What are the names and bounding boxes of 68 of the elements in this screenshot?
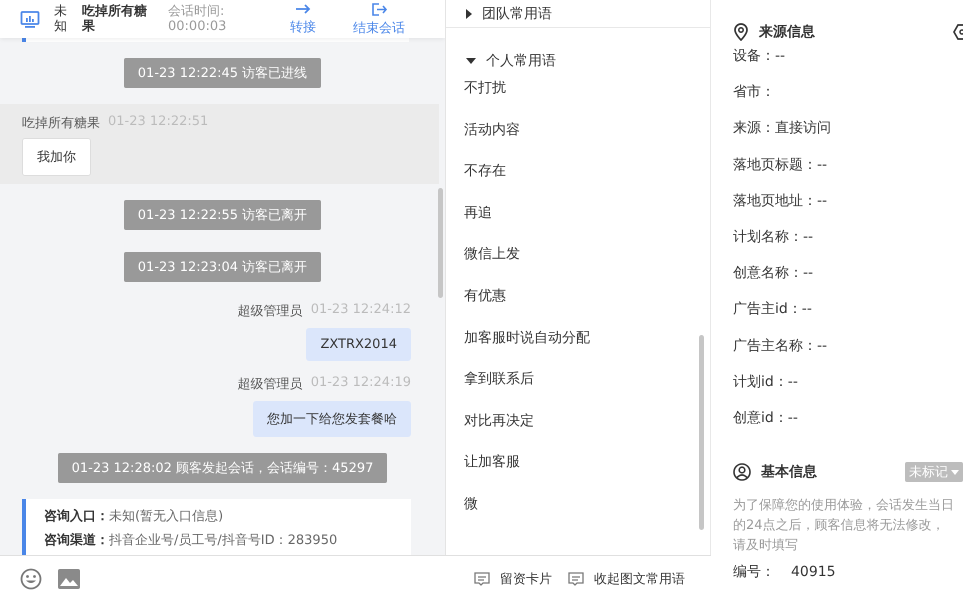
phrase-item[interactable]: 不存在 (446, 161, 710, 203)
field-value: 未知(暂无入口信息) (109, 509, 224, 524)
emoji-button[interactable] (20, 568, 42, 590)
image-icon (58, 569, 80, 589)
sender-name: 超级管理员 (238, 303, 303, 320)
section-title: 基本信息 (761, 463, 818, 482)
system-notice: 01-23 12:28:02 顾客发起会话，会话编号：45297 (58, 453, 388, 483)
arrow-icon (294, 2, 312, 16)
visitor-name: 吃掉所有糖果 (82, 4, 148, 34)
info-field: 来源：直接访问 (733, 118, 831, 138)
field-label: 咨询渠道： (44, 533, 109, 548)
phrase-item[interactable]: 让加客服 (446, 452, 710, 494)
sender-name: 超级管理员 (238, 376, 303, 393)
system-notice: 01-23 12:22:55 访客已离开 (124, 200, 322, 230)
phrase-item[interactable]: 微 (446, 494, 710, 536)
info-field: 计划名称：-- (733, 226, 814, 247)
field-label: 编号： (733, 563, 775, 582)
phrase-item[interactable]: 有优惠 (446, 286, 710, 328)
phrase-item[interactable]: 加客服时说自动分配 (446, 328, 710, 370)
phrase-item[interactable]: 对比再决定 (446, 410, 710, 452)
phrase-item[interactable]: 再追 (446, 202, 710, 244)
caret-right-icon (466, 8, 472, 18)
device-label: 未知 (54, 4, 68, 34)
monitor-icon (20, 10, 40, 28)
info-field: 设备：-- (733, 46, 786, 66)
info-field: 创意名称：-- (733, 263, 814, 284)
message-card-icon (568, 572, 584, 586)
message-bubble: ZXTRX2014 (306, 328, 411, 361)
message-bubble: 您加一下给您发套餐哈 (253, 401, 411, 437)
info-field: 创意id：-- (733, 408, 798, 428)
scrollbar[interactable] (699, 335, 704, 530)
phrase-item[interactable]: 活动内容 (446, 120, 710, 162)
sender-name: 吃掉所有糖果 (22, 115, 100, 132)
phrase-item[interactable]: 不打扰 (446, 78, 710, 120)
scrollbar[interactable] (438, 188, 443, 298)
message-bubble: 我加你 (22, 138, 91, 176)
info-field: 计划id：-- (733, 372, 798, 392)
info-field: 广告主名称：-- (733, 336, 828, 356)
caret-down-icon (466, 58, 476, 64)
info-field: 落地页标题：-- (733, 154, 828, 175)
message-card-icon (474, 572, 490, 586)
end-session-button[interactable]: 结束会话 (348, 2, 410, 36)
system-notice: 01-23 12:23:04 访客已离开 (124, 252, 322, 282)
field-label: 咨询入口： (44, 509, 109, 524)
user-circle-icon (733, 463, 751, 482)
phrase-group-header[interactable]: 个人常用语 (446, 44, 710, 78)
caret-down-icon (951, 470, 959, 475)
field-value: 抖音企业号/员工号/抖音号ID：283950 (109, 533, 338, 548)
image-button[interactable] (58, 569, 80, 589)
message-time: 01-23 12:24:19 (310, 375, 411, 392)
phrase-item[interactable]: 拿到联系后 (446, 369, 710, 411)
toolbar-button[interactable]: 留资卡片 (474, 570, 552, 588)
phrase-group-header[interactable]: 团队常用语 (446, 0, 710, 28)
system-notice: 01-23 12:22:45 访客已进线 (124, 58, 322, 88)
session-duration: 会话时间: 00:00:03 (168, 4, 228, 34)
location-pin-icon (733, 23, 749, 41)
phrase-item[interactable]: 微信上发 (446, 244, 710, 286)
info-field: 省市： (733, 82, 775, 102)
field-value: 40915 (791, 563, 836, 582)
section-title: 来源信息 (759, 23, 816, 41)
message-time: 01-23 12:24:12 (310, 302, 411, 319)
smiley-icon (20, 568, 42, 590)
info-field: 落地页地址：-- (733, 190, 828, 211)
info-field: 广告主id：-- (733, 299, 812, 320)
exit-icon (370, 2, 388, 16)
notice-text: 为了保障您的使用体验，会话发生当日的24点之后，顾客信息将无法修改，请及时填写 (733, 497, 955, 556)
toolbar-button[interactable]: 收起图文常用语 (568, 570, 685, 588)
transfer-button[interactable]: 转接 (272, 2, 334, 36)
